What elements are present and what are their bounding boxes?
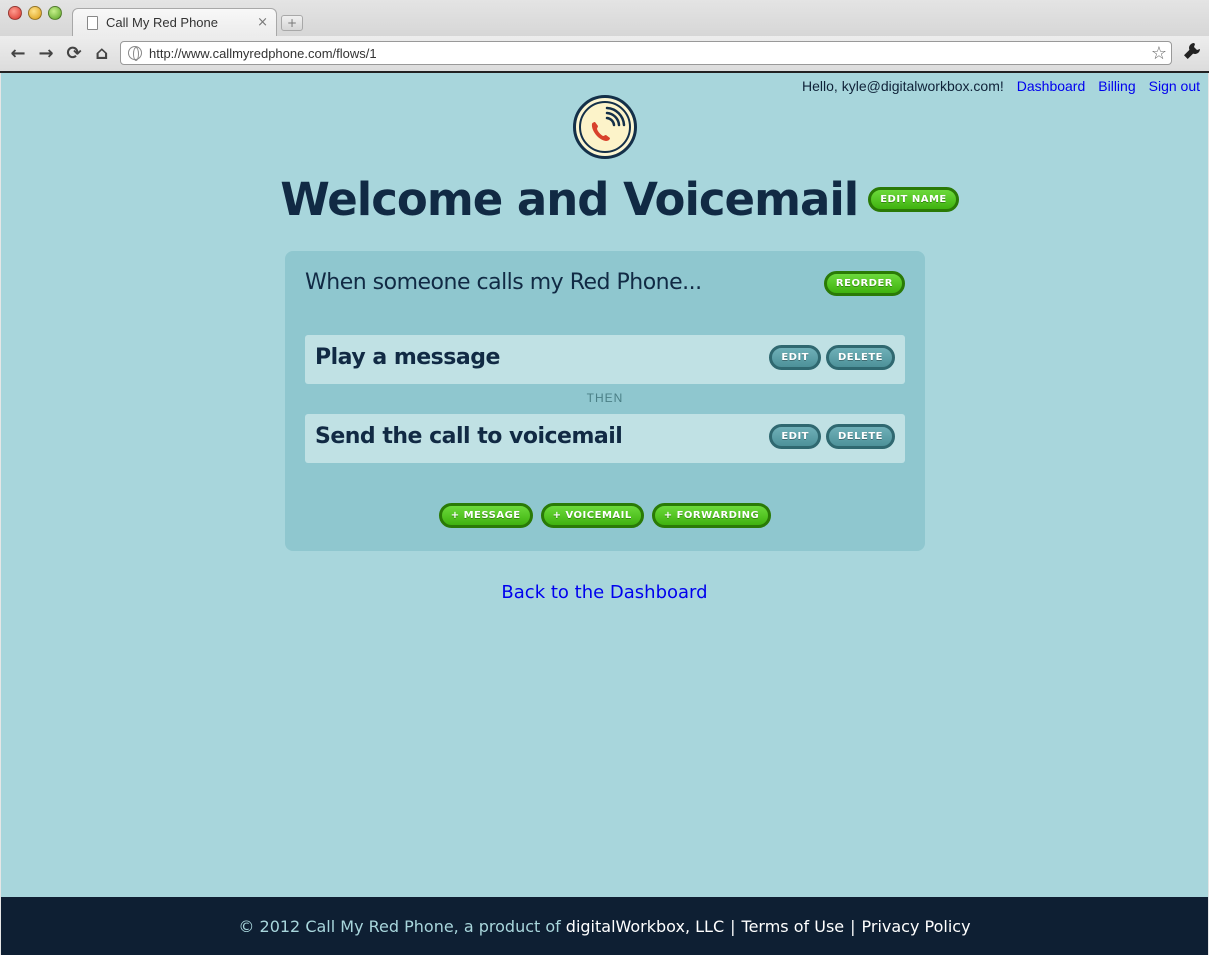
then-connector: THEN [586,391,624,405]
step-label: Play a message [315,345,500,370]
close-window-button[interactable] [8,6,22,20]
add-voicemail-button[interactable]: + VOICEMAIL [540,503,644,528]
page-title: Welcome and Voicemail [280,173,859,226]
new-tab-button[interactable]: + [281,15,303,31]
address-bar[interactable]: http://www.callmyredphone.com/flows/1 ☆ [120,41,1172,65]
globe-icon [128,46,142,61]
add-message-button[interactable]: + MESSAGE [438,503,533,528]
edit-step-button[interactable]: EDIT [769,424,821,449]
zoom-window-button[interactable] [48,6,62,20]
reload-icon[interactable]: ⟳ [62,42,86,66]
forward-arrow-icon[interactable]: → [34,42,58,66]
privacy-link[interactable]: Privacy Policy [862,917,971,936]
separator: | [730,916,736,936]
add-forwarding-button[interactable]: + FORWARDING [651,503,772,528]
flow-panel: When someone calls my Red Phone... REORD… [285,251,925,551]
dashboard-link[interactable]: Dashboard [1017,78,1086,94]
copyright-text: © 2012 Call My Red Phone, a product of [238,916,561,936]
delete-step-button[interactable]: DELETE [826,345,895,370]
flow-step-play-message: Play a message EDIT DELETE [305,335,905,384]
terms-link[interactable]: Terms of Use [742,917,845,936]
footer: © 2012 Call My Red Phone, a product of d… [1,897,1208,955]
red-phone-logo-icon[interactable] [573,95,637,159]
browser-chrome: Call My Red Phone × + ← → ⟳ ⌂ http://www… [0,0,1209,73]
flow-step-voicemail: Send the call to voicemail EDIT DELETE [305,414,905,463]
minimize-window-button[interactable] [28,6,42,20]
page: Hello, kyle@digitalworkbox.com! Dashboar… [1,73,1208,897]
edit-name-button[interactable]: EDIT NAME [868,187,959,212]
tab-title: Call My Red Phone [106,15,218,30]
browser-tab[interactable]: Call My Red Phone × [72,8,277,36]
separator: | [850,916,856,936]
bookmark-star-icon[interactable]: ☆ [1151,43,1167,64]
step-label: Send the call to voicemail [315,424,623,449]
step-actions: EDIT DELETE [769,345,895,370]
back-to-dashboard-link[interactable]: Back to the Dashboard [1,582,1208,603]
flow-heading: When someone calls my Red Phone... [305,270,702,295]
sign-out-link[interactable]: Sign out [1149,78,1200,94]
greeting-text: Hello, kyle@digitalworkbox.com! [802,78,1004,94]
edit-step-button[interactable]: EDIT [769,345,821,370]
company-link[interactable]: digitalWorkbox, LLC [566,917,724,936]
home-icon[interactable]: ⌂ [90,42,114,66]
page-icon [87,15,98,30]
close-tab-icon[interactable]: × [257,15,268,30]
url-text[interactable]: http://www.callmyredphone.com/flows/1 [149,46,1151,61]
wrench-menu-icon[interactable] [1183,42,1201,65]
billing-link[interactable]: Billing [1098,78,1135,94]
delete-step-button[interactable]: DELETE [826,424,895,449]
step-actions: EDIT DELETE [769,424,895,449]
browser-toolbar: ← → ⟳ ⌂ http://www.callmyredphone.com/fl… [0,36,1209,71]
add-step-buttons: + MESSAGE + VOICEMAIL + FORWARDING [285,503,925,528]
title-row: Welcome and Voicemail EDIT NAME [1,173,1208,226]
window-controls [8,6,62,20]
reorder-button[interactable]: REORDER [823,271,905,296]
back-arrow-icon[interactable]: ← [6,42,30,66]
user-bar: Hello, kyle@digitalworkbox.com! Dashboar… [802,78,1200,94]
